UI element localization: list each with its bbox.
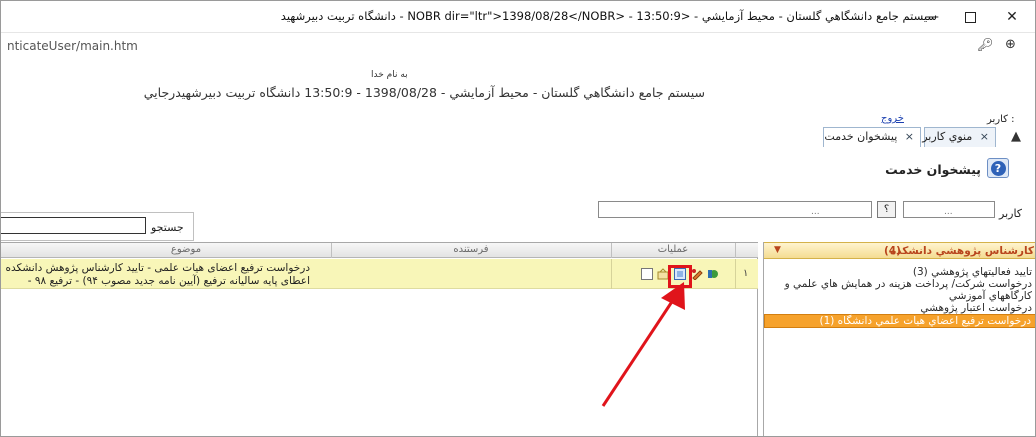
close-icon[interactable]: × xyxy=(980,130,989,143)
forward-icon[interactable] xyxy=(707,268,719,280)
tab-user-menu[interactable]: × منوي کاربر xyxy=(922,127,996,147)
list-item[interactable]: تاييد فعاليتهاي پژوهشي (3) xyxy=(764,266,1035,278)
list-item[interactable]: درخواست شرکت/ پرداخت هزينه در همايش هاي … xyxy=(764,278,1035,302)
search-input[interactable] xyxy=(1,217,146,234)
maximize-icon xyxy=(964,11,976,23)
row-number: ١ xyxy=(743,268,749,279)
filter-user-label: کاربر xyxy=(999,207,1023,220)
tab-label: پيشخوان خدمت xyxy=(824,130,898,143)
logout-link[interactable]: خروج xyxy=(881,113,904,124)
title-bar: سيستم جامع دانشگاهي گلستان - محيط آزمايش… xyxy=(1,1,1035,33)
tab-label: منوي کاربر xyxy=(922,130,973,143)
search-label: جستجو xyxy=(151,221,184,234)
column-divider xyxy=(735,243,736,258)
user-name-box xyxy=(921,111,985,126)
help-button[interactable]: ? xyxy=(987,158,1009,178)
lookup-button[interactable]: ؟ xyxy=(877,201,896,218)
input-dots: ... xyxy=(944,207,953,217)
key-icon[interactable]: 🔑︎ xyxy=(977,38,994,53)
panel-title: کارشناس پژوهشي دانشکده xyxy=(889,245,1034,257)
zoom-icon[interactable]: ⊕ xyxy=(1005,37,1016,52)
service-category-panel: ▼ (4) کارشناس پژوهشي دانشکده تاييد فعالي… xyxy=(763,242,1035,436)
url-text[interactable]: nticateUser/main.htm xyxy=(7,39,138,53)
tab-strip: × پيشخوان خدمت × منوي کاربر xyxy=(821,125,1035,147)
user-label: کاربر : xyxy=(987,114,1015,125)
list-item-selected[interactable]: درخواست ترفيع اعضاي هيات علمي دانشگاه (1… xyxy=(764,314,1035,328)
chevron-up-icon[interactable]: ▲ xyxy=(1011,129,1021,144)
column-operations[interactable]: عمليات xyxy=(611,244,735,255)
input-dots: ... xyxy=(811,207,820,217)
minimize-button[interactable]: — xyxy=(915,6,949,28)
window-title: سيستم جامع دانشگاهي گلستان - محيط آزمايش… xyxy=(280,9,937,23)
system-title: سيستم جامع دانشگاهي گلستان - محيط آزمايش… xyxy=(143,85,705,100)
subject-line: اعطای پایه سالیانه ترفیع (آیین نامه جدید… xyxy=(27,275,310,287)
tab-service-desk[interactable]: × پيشخوان خدمت xyxy=(823,127,921,147)
list-item[interactable]: درخواست اعتبار پژوهشي xyxy=(764,302,1035,314)
column-sender[interactable]: فرستنده xyxy=(331,244,611,255)
help-icon: ? xyxy=(990,161,1006,176)
filter-user-name-input[interactable]: ... xyxy=(598,201,872,218)
row-subject[interactable]: درخواست ترفیع اعضای هیات علمی - تایید کا… xyxy=(1,262,310,288)
panel-header[interactable]: ▼ (4) کارشناس پژوهشي دانشکده xyxy=(764,242,1035,259)
annotation-arrow-icon xyxy=(601,282,685,407)
page-title: پيشخوان خدمت xyxy=(885,162,981,177)
browser-window: سيستم جامع دانشگاهي گلستان - محيط آزمايش… xyxy=(0,0,1036,437)
grid-header: موضوع فرستنده عمليات xyxy=(1,243,758,258)
chevron-down-icon[interactable]: ▼ xyxy=(774,245,781,255)
subject-line: درخواست ترفیع اعضای هیات علمی - تایید کا… xyxy=(5,262,310,274)
panel-list: تاييد فعاليتهاي پژوهشي (3) درخواست شرکت/… xyxy=(764,266,1035,328)
column-subject[interactable]: موضوع xyxy=(41,244,331,255)
close-icon[interactable]: × xyxy=(905,130,914,143)
cell-divider xyxy=(735,259,736,289)
basmala: به نام خدا xyxy=(371,70,408,80)
close-button[interactable]: ✕ xyxy=(995,6,1029,28)
maximize-button[interactable] xyxy=(953,6,987,28)
address-bar[interactable]: nticateUser/main.htm 🔑︎ ⊕ xyxy=(1,34,1035,60)
filter-user-code-input[interactable]: ... xyxy=(903,201,995,218)
